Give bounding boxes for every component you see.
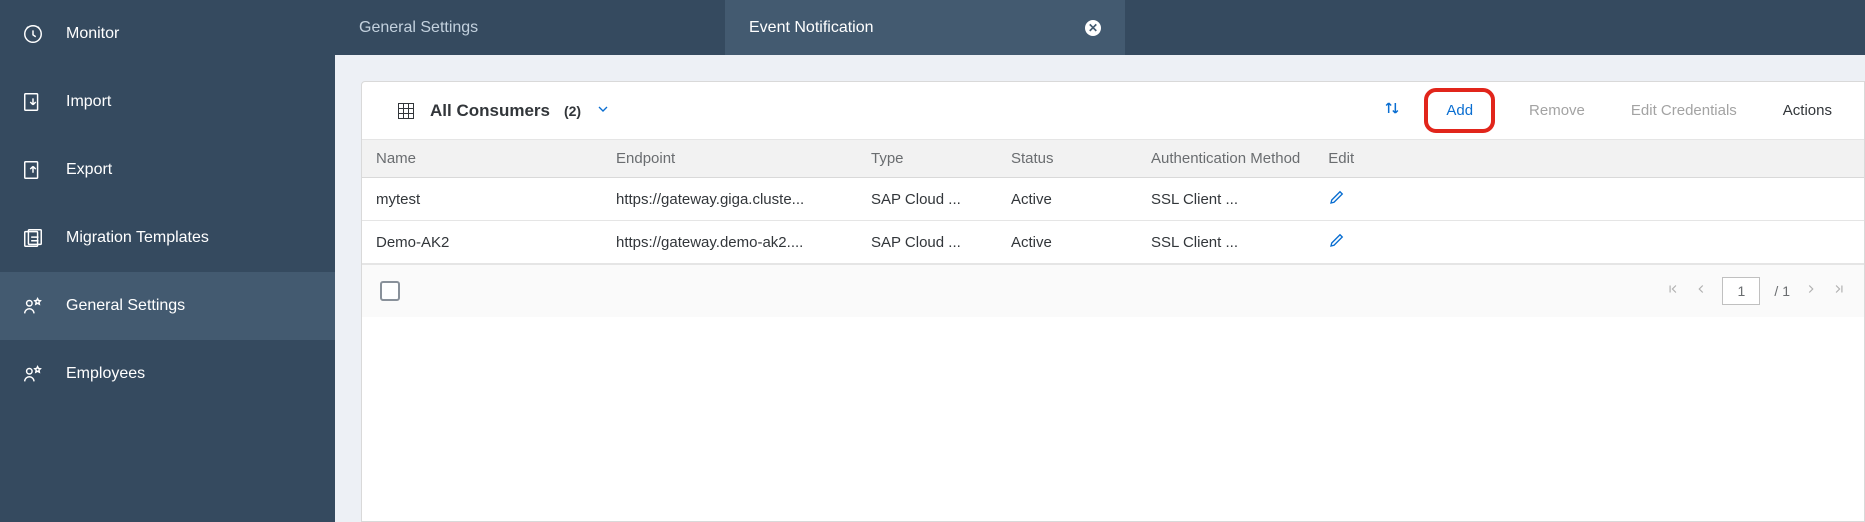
tab-event-notification[interactable]: Event Notification ✕ [725, 0, 1125, 55]
remove-button[interactable]: Remove [1517, 96, 1597, 125]
close-icon[interactable]: ✕ [1085, 20, 1101, 36]
tab-bar: General Settings Event Notification ✕ [335, 0, 1865, 55]
templates-icon [22, 227, 44, 249]
cell-type: SAP Cloud ... [857, 221, 997, 264]
people-star-icon [22, 295, 44, 317]
col-header-status[interactable]: Status [997, 140, 1137, 178]
clock-icon [22, 23, 44, 45]
sidebar-label: Migration Templates [66, 229, 209, 247]
import-icon [22, 91, 44, 113]
prev-page-icon[interactable] [1694, 282, 1708, 300]
sidebar-item-export[interactable]: Export [0, 136, 335, 204]
sidebar-label: General Settings [66, 297, 185, 315]
sidebar-item-import[interactable]: Import [0, 68, 335, 136]
employees-icon [22, 363, 44, 385]
edit-icon[interactable] [1328, 236, 1346, 253]
cell-name: Demo-AK2 [362, 221, 602, 264]
tab-label: Event Notification [749, 19, 874, 37]
pagination: / 1 [1666, 277, 1846, 305]
page-total: / 1 [1774, 283, 1790, 299]
col-header-endpoint[interactable]: Endpoint [602, 140, 857, 178]
col-header-auth[interactable]: Authentication Method [1137, 140, 1314, 178]
page-number-input[interactable] [1722, 277, 1760, 305]
toolbar-title: All Consumers [430, 101, 550, 121]
sidebar-item-general-settings[interactable]: General Settings [0, 272, 335, 340]
sidebar-item-employees[interactable]: Employees [0, 340, 335, 408]
table-row[interactable]: Demo-AK2 https://gateway.demo-ak2.... SA… [362, 221, 1864, 264]
main-area: General Settings Event Notification ✕ Al… [335, 0, 1865, 522]
cell-type: SAP Cloud ... [857, 178, 997, 221]
cell-endpoint: https://gateway.demo-ak2.... [602, 221, 857, 264]
actions-button[interactable]: Actions [1771, 96, 1844, 125]
tab-general-settings[interactable]: General Settings [335, 0, 725, 55]
edit-icon[interactable] [1328, 193, 1346, 210]
sidebar-label: Monitor [66, 25, 119, 43]
toolbar-count: (2) [564, 103, 581, 119]
cell-edit [1314, 178, 1554, 221]
sidebar-label: Employees [66, 365, 145, 383]
edit-credentials-button[interactable]: Edit Credentials [1619, 96, 1749, 125]
cell-status: Active [997, 221, 1137, 264]
grid-icon[interactable] [396, 101, 416, 121]
sidebar-item-migration-templates[interactable]: Migration Templates [0, 204, 335, 272]
col-header-edit[interactable]: Edit [1314, 140, 1554, 178]
table-row[interactable]: mytest https://gateway.giga.cluste... SA… [362, 178, 1864, 221]
cell-edit [1314, 221, 1554, 264]
cell-auth: SSL Client ... [1137, 221, 1314, 264]
consumers-table: Name Endpoint Type Status Authentication… [362, 140, 1864, 264]
table-footer: / 1 [362, 264, 1864, 317]
add-button[interactable]: Add [1424, 88, 1495, 133]
table-header-row: Name Endpoint Type Status Authentication… [362, 140, 1864, 178]
sidebar-item-monitor[interactable]: Monitor [0, 0, 335, 68]
content-panel: All Consumers (2) Add Remove Edit Creden… [361, 81, 1865, 522]
last-page-icon[interactable] [1832, 282, 1846, 300]
chevron-down-icon[interactable] [595, 101, 611, 120]
sidebar: Monitor Import Export Migration Template… [0, 0, 335, 522]
sort-icon[interactable] [1382, 98, 1402, 123]
cell-auth: SSL Client ... [1137, 178, 1314, 221]
export-icon [22, 159, 44, 181]
sidebar-label: Import [66, 93, 111, 111]
cell-name: mytest [362, 178, 602, 221]
cell-endpoint: https://gateway.giga.cluste... [602, 178, 857, 221]
select-all-checkbox[interactable] [380, 281, 400, 301]
tab-label: General Settings [359, 19, 478, 37]
sidebar-label: Export [66, 161, 112, 179]
col-header-name[interactable]: Name [362, 140, 602, 178]
toolbar: All Consumers (2) Add Remove Edit Creden… [362, 82, 1864, 140]
next-page-icon[interactable] [1804, 282, 1818, 300]
col-header-type[interactable]: Type [857, 140, 997, 178]
cell-status: Active [997, 178, 1137, 221]
first-page-icon[interactable] [1666, 282, 1680, 300]
